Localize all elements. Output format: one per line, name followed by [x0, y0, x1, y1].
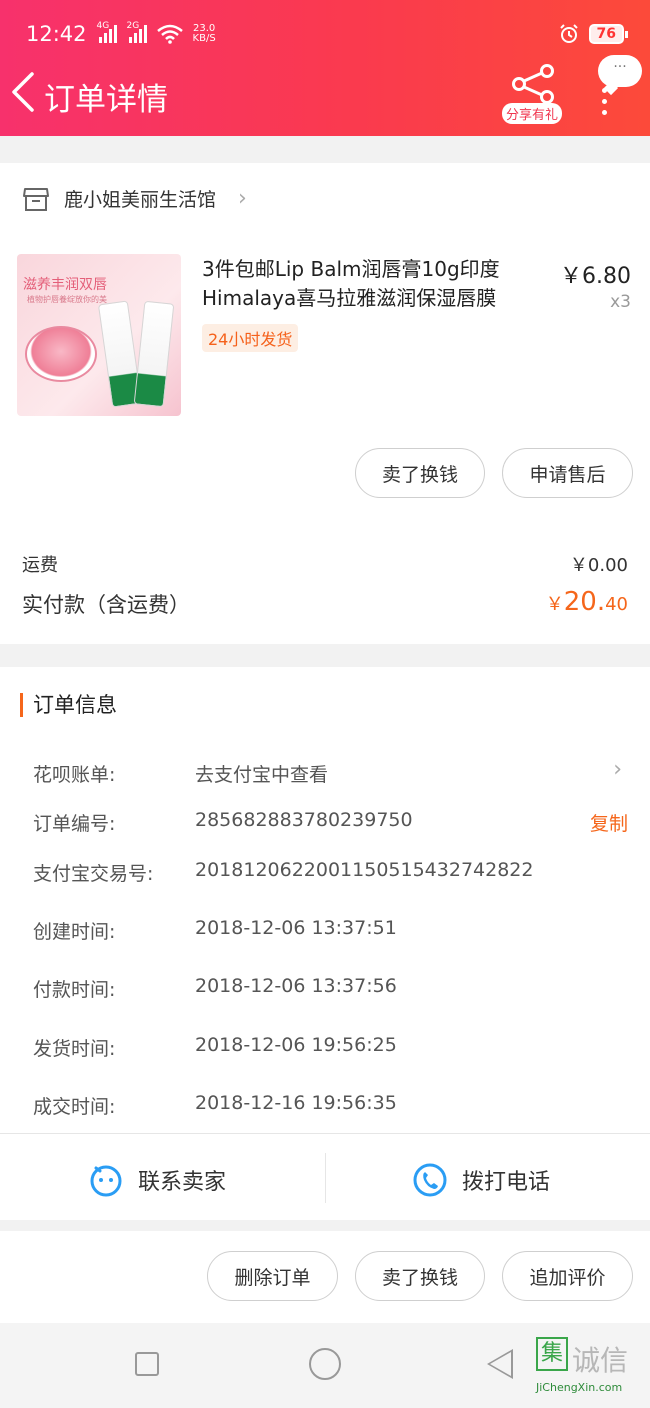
product-price: ￥6.80 [560, 264, 631, 289]
info-label: 花呗账单: [33, 764, 116, 786]
delete-order-button[interactable]: 删除订单 [207, 1251, 338, 1301]
wifi-icon [156, 24, 183, 44]
product-quantity: x3 [610, 292, 631, 312]
info-label: 成交时间: [33, 1096, 116, 1118]
chevron-right-icon: › [613, 757, 622, 782]
divider [325, 1153, 326, 1203]
battery-icon: 76 [588, 24, 629, 44]
info-label: 发货时间: [33, 1038, 116, 1060]
info-label: 创建时间: [33, 921, 116, 943]
bottom-action-bar: 删除订单 卖了换钱 追加评价 [0, 1231, 650, 1323]
divider [0, 1133, 650, 1134]
product-image-text: 滋养丰润双唇 [23, 277, 107, 293]
home-icon[interactable] [309, 1348, 341, 1380]
info-row-alipay-trade: 支付宝交易号: 2018120622001150515432742822 [33, 859, 628, 889]
signal-2g-icon: 2G [127, 21, 147, 43]
info-value: 2018120622001150515432742822 [195, 859, 534, 881]
contact-seller-button[interactable]: 联系卖家 [88, 1153, 226, 1207]
paid-label: 实付款（含运费） [22, 593, 190, 617]
info-value: 2018-12-06 13:37:51 [195, 917, 397, 939]
info-value: 2018-12-06 19:56:25 [195, 1034, 397, 1056]
sell-exchange-button[interactable]: 卖了换钱 [355, 1251, 485, 1301]
shop-name: 鹿小姐美丽生活馆 [64, 189, 217, 211]
alarm-icon [559, 24, 578, 43]
watermark-char: 集 [536, 1337, 568, 1371]
share-label: 分享有礼 [502, 103, 563, 124]
chat-face-icon [90, 1165, 122, 1197]
copy-button[interactable]: 复制 [590, 809, 628, 836]
info-value: 285682883780239750 [195, 809, 413, 831]
product-title[interactable]: 3件包邮Lip Balm润唇膏10g印度Himalaya喜马拉雅滋润保湿唇膜 [202, 255, 540, 313]
chevron-right-icon: › [238, 186, 247, 211]
more-bubble[interactable]: ··· [598, 55, 642, 87]
system-nav-bar: 集 诚信 JiChengXin.com [0, 1323, 650, 1408]
signal-4g-icon: 4G [97, 21, 117, 43]
share-button[interactable]: 分享有礼 [500, 64, 566, 124]
watermark-url: JiChengXin.com [536, 1381, 623, 1394]
info-value: 2018-12-16 19:56:35 [195, 1092, 397, 1114]
status-time: 12:42 [26, 22, 87, 46]
store-icon [23, 187, 49, 211]
order-info-title: 订单信息 [20, 693, 117, 717]
info-row-shipped: 发货时间: 2018-12-06 19:56:25 [33, 1034, 628, 1064]
lips-graphic [25, 326, 97, 382]
after-sales-button[interactable]: 申请售后 [502, 448, 633, 498]
watermark-text: 诚信 [572, 1344, 629, 1377]
info-row-paid: 付款时间: 2018-12-06 13:37:56 [33, 975, 628, 1005]
lip-balm-tube [133, 300, 175, 408]
info-value: 2018-12-06 13:37:56 [195, 975, 397, 997]
info-row-order-number: 订单编号: 285682883780239750 复制 [33, 809, 628, 839]
info-label: 付款时间: [33, 979, 116, 1001]
watermark-logo: 集 诚信 JiChengXin.com [532, 1333, 648, 1403]
phone-icon [413, 1163, 447, 1197]
shipping-label: 运费 [22, 555, 58, 576]
info-label: 订单编号: [33, 813, 116, 835]
order-info-card: 订单信息 花呗账单: 去支付宝中查看 › 订单编号: 2856828837802… [0, 667, 650, 1220]
call-phone-label: 拨打电话 [462, 1170, 551, 1195]
info-row-created: 创建时间: 2018-12-06 13:37:51 [33, 917, 628, 947]
net-speed: 23.0 KB/S [192, 23, 216, 44]
info-row-huabei[interactable]: 花呗账单: 去支付宝中查看 › [33, 757, 628, 790]
call-phone-button[interactable]: 拨打电话 [412, 1153, 550, 1207]
status-bar: 12:42 4G 2G 23.0 KB/S 76 [26, 18, 629, 50]
app-header: 12:42 4G 2G 23.0 KB/S 76 订单详情 分享有礼 ··· [0, 0, 650, 136]
shipping-value: ￥0.00 [569, 555, 628, 576]
add-review-button[interactable]: 追加评价 [502, 1251, 633, 1301]
back-arrow-icon[interactable] [10, 72, 36, 112]
paid-amount: ￥20.40 [545, 587, 628, 617]
share-icon [512, 64, 554, 104]
info-label: 支付宝交易号: [33, 863, 154, 885]
shipping-tag: 24小时发货 [202, 324, 299, 352]
nav-bar: 订单详情 分享有礼 [0, 64, 650, 124]
info-value: 去支付宝中查看 [195, 764, 329, 786]
back-triangle-icon[interactable] [487, 1349, 513, 1379]
contact-seller-label: 联系卖家 [138, 1170, 227, 1195]
more-menu-icon[interactable] [602, 88, 607, 115]
recent-apps-icon[interactable] [135, 1352, 159, 1376]
order-item-card: 鹿小姐美丽生活馆 › 滋养丰润双唇 植物护唇養绽放你的美 3件包邮Lip Bal… [0, 163, 650, 644]
product-image-subtext: 植物护唇養绽放你的美 [27, 295, 107, 304]
sell-exchange-button[interactable]: 卖了换钱 [355, 448, 485, 498]
shop-row[interactable]: 鹿小姐美丽生活馆 › [22, 185, 247, 212]
product-image[interactable]: 滋养丰润双唇 植物护唇養绽放你的美 [17, 254, 181, 416]
page-title: 订单详情 [44, 82, 168, 118]
info-row-completed: 成交时间: 2018-12-16 19:56:35 [33, 1092, 628, 1122]
